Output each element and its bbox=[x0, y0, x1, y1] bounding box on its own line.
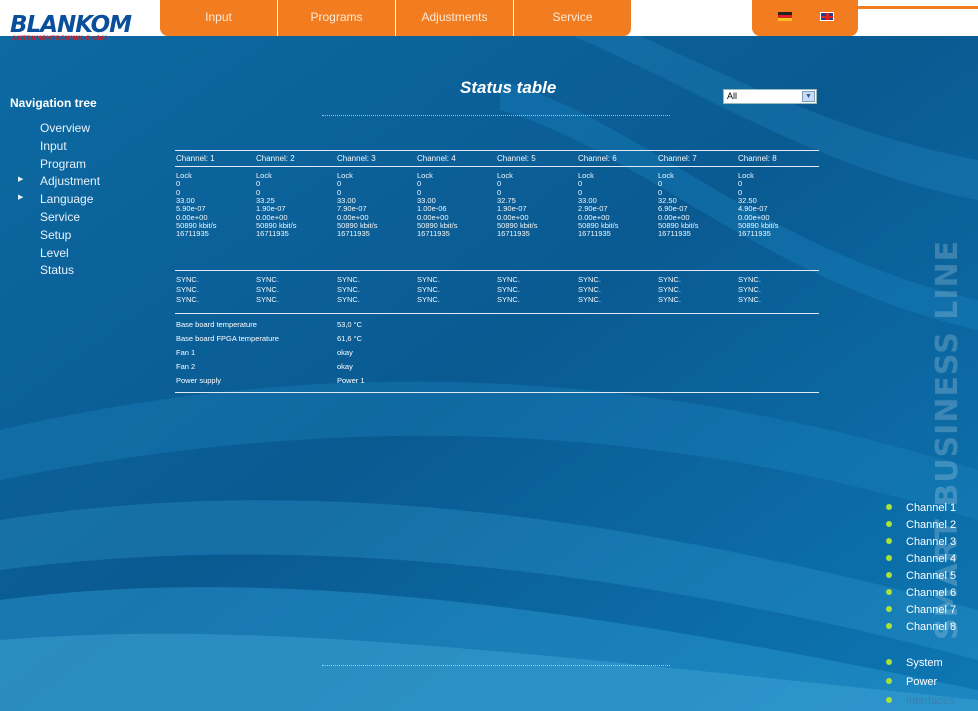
channel-sync-status: SYNC. bbox=[578, 294, 601, 304]
system-label: Power supply bbox=[176, 376, 222, 385]
legend-channel-6[interactable]: Channel 6 bbox=[886, 586, 956, 600]
channel-value: 16711935 bbox=[417, 229, 450, 239]
footer-divider bbox=[322, 665, 670, 666]
legend-channel-3[interactable]: Channel 3 bbox=[886, 535, 956, 549]
legend-channel-7[interactable]: Channel 7 bbox=[886, 603, 956, 617]
channel-sync-status: SYNC. bbox=[658, 275, 681, 284]
channel-sync-status: SYNC. bbox=[176, 284, 199, 294]
channel-header: Channel: 8 bbox=[738, 154, 777, 163]
table-header-rule bbox=[175, 166, 819, 167]
channel-sync-status: SYNC. bbox=[337, 294, 360, 304]
table-divider bbox=[175, 270, 819, 271]
channel-value: 16711935 bbox=[738, 229, 771, 239]
channel-sync-status: SYNC. bbox=[256, 275, 279, 284]
status-dot-icon bbox=[886, 623, 892, 630]
channel-sync-status: SYNC. bbox=[738, 294, 761, 304]
legend-label: Channel 6 bbox=[906, 587, 957, 599]
legend-label: Channel 7 bbox=[906, 604, 957, 616]
system-label: Fan 1 bbox=[176, 348, 196, 357]
legend-label: Channel 2 bbox=[906, 519, 957, 531]
channel-sync-status: SYNC. bbox=[578, 284, 601, 294]
channel-header: Channel: 2 bbox=[256, 154, 295, 163]
channel-value: 16711935 bbox=[256, 229, 289, 239]
channel-sync-status: SYNC. bbox=[337, 284, 360, 294]
status-dot-icon bbox=[886, 678, 892, 685]
status-dot-icon bbox=[886, 606, 892, 613]
legend-channel-5[interactable]: Channel 5 bbox=[886, 569, 956, 583]
system-value: okay bbox=[337, 362, 353, 371]
channel-sync-status: SYNC. bbox=[658, 294, 681, 304]
status-dot-icon bbox=[886, 572, 892, 579]
table-bottom-rule bbox=[175, 392, 819, 393]
channel-header: Channel: 4 bbox=[417, 154, 456, 163]
channel-header: Channel: 1 bbox=[176, 154, 215, 163]
channel-sync-status: SYNC. bbox=[417, 284, 440, 294]
channel-sync-status: SYNC. bbox=[417, 275, 440, 284]
channel-sync-status: SYNC. bbox=[497, 284, 520, 294]
channel-sync-status: SYNC. bbox=[738, 275, 761, 284]
system-value: 53,0 °C bbox=[337, 320, 363, 329]
legend-label: Power bbox=[906, 676, 938, 688]
channel-sync-status: SYNC. bbox=[497, 294, 520, 304]
legend-interfaces[interactable]: Interfaces bbox=[886, 694, 954, 708]
legend-power[interactable]: Power bbox=[886, 675, 937, 689]
channel-value: 16711935 bbox=[497, 229, 530, 239]
channel-sync-status: SYNC. bbox=[497, 275, 520, 284]
legend-system[interactable]: System bbox=[886, 656, 943, 670]
legend-label: Channel 5 bbox=[906, 570, 957, 582]
channel-sync-status: SYNC. bbox=[738, 284, 761, 294]
channel-sync-status: SYNC. bbox=[176, 294, 199, 304]
status-dot-icon bbox=[886, 659, 892, 666]
channel-sync-status: SYNC. bbox=[256, 294, 279, 304]
status-dot-icon bbox=[886, 589, 892, 596]
legend-label: System bbox=[906, 657, 943, 669]
legend-label: Channel 3 bbox=[906, 536, 957, 548]
status-dot-icon bbox=[886, 504, 892, 511]
table-top-rule bbox=[175, 150, 819, 151]
channel-header: Channel: 3 bbox=[337, 154, 376, 163]
legend-channel-1[interactable]: Channel 1 bbox=[886, 501, 956, 515]
channel-value: 16711935 bbox=[578, 229, 611, 239]
channel-value: 16711935 bbox=[176, 229, 209, 239]
status-table: Channel: 1 Lock 0 0 33.00 5.90e-07 0.00e+00 508… bbox=[0, 0, 978, 711]
legend-channel-8[interactable]: Channel 8 bbox=[886, 620, 956, 634]
system-value: 61,6 °C bbox=[337, 334, 363, 343]
channel-sync-status: SYNC. bbox=[337, 275, 360, 284]
channel-sync-status: SYNC. bbox=[176, 275, 199, 284]
system-value: Power 1 bbox=[337, 376, 365, 385]
legend-label: Interfaces bbox=[906, 695, 955, 707]
channel-header: Channel: 7 bbox=[658, 154, 697, 163]
system-label: Fan 2 bbox=[176, 362, 196, 371]
legend-label: Channel 4 bbox=[906, 553, 957, 565]
legend-label: Channel 1 bbox=[906, 502, 957, 514]
channel-value: 16711935 bbox=[337, 229, 370, 239]
legend-label: Channel 8 bbox=[906, 621, 957, 633]
status-dot-icon bbox=[886, 697, 892, 704]
legend-channel-2[interactable]: Channel 2 bbox=[886, 518, 956, 532]
channel-value: 16711935 bbox=[658, 229, 691, 239]
system-label: Base board FPGA temperature bbox=[176, 334, 279, 343]
legend-channel-4[interactable]: Channel 4 bbox=[886, 552, 956, 566]
channel-sync-status: SYNC. bbox=[658, 284, 681, 294]
system-label: Base board temperature bbox=[176, 320, 257, 329]
status-dot-icon bbox=[886, 538, 892, 545]
system-value: okay bbox=[337, 348, 353, 357]
channel-header: Channel: 5 bbox=[497, 154, 536, 163]
channel-sync-status: SYNC. bbox=[256, 284, 279, 294]
channel-sync-status: SYNC. bbox=[578, 275, 601, 284]
channel-sync-status: SYNC. bbox=[417, 294, 440, 304]
status-dot-icon bbox=[886, 521, 892, 528]
table-divider bbox=[175, 313, 819, 314]
channel-header: Channel: 6 bbox=[578, 154, 617, 163]
status-dot-icon bbox=[886, 555, 892, 562]
